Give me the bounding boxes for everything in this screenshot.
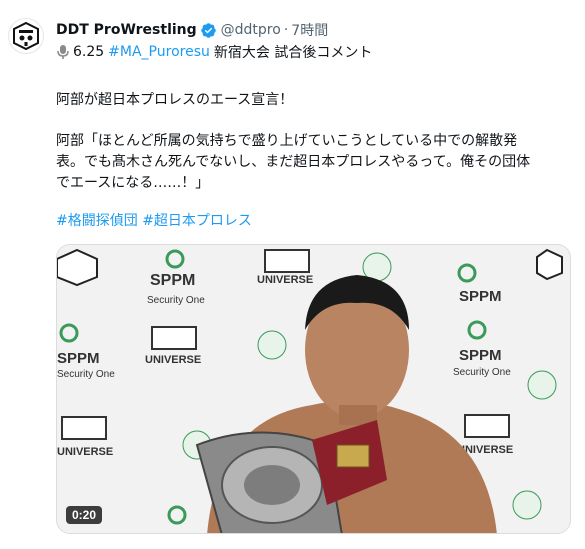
backdrop-text: Security One (147, 295, 205, 306)
tweet-text-line: 阿部が超日本プロレスのエース宣言！ (56, 92, 294, 108)
tweet-subline: 6.25 #MA_Puroresu 新宿大会 試合後コメント (56, 41, 372, 63)
ddt-logo-icon (13, 21, 39, 51)
tweet-text-line: 表。でも髙木さん死んでないし、まだ超日本プロレスやるって。俺その団体 (56, 154, 531, 170)
hashtag-link[interactable]: #格闘探偵団 (56, 213, 138, 229)
tweet-text-line: でエースになる……！」 (56, 175, 210, 191)
backdrop-text: SPPM (459, 288, 502, 305)
backdrop-text: SPPM (150, 272, 195, 289)
subline-hashtag[interactable]: #MA_Puroresu (108, 44, 210, 60)
backdrop-text: UNIVERSE (145, 354, 201, 366)
subline-date: 6.25 (73, 44, 105, 60)
subline-text: 新宿大会 試合後コメント (213, 45, 373, 61)
video-player[interactable]: SPPM Security One UNIVERSE SPPM SPPM Sec… (56, 244, 571, 534)
backdrop-text: UNIVERSE (257, 274, 313, 286)
video-duration: 0:20 (66, 506, 103, 524)
separator-dot: · (283, 22, 289, 38)
handle[interactable]: @ddtpro (221, 22, 281, 38)
tweet-header: DDT ProWrestling @ddtpro · 7時間 (56, 19, 328, 41)
verified-badge-icon (200, 22, 216, 38)
hashtag-link[interactable]: #超日本プロレス (142, 213, 252, 229)
timestamp[interactable]: 7時間 (291, 20, 328, 40)
backdrop-text: Security One (57, 369, 115, 380)
microphone-icon (57, 45, 69, 59)
hashtag-row: #格闘探偵団 #超日本プロレス (56, 211, 252, 232)
tweet-card[interactable]: DDT ProWrestling @ddtpro · 7時間 6.25 #MA_… (0, 0, 585, 549)
backdrop-text: UNIVERSE (57, 446, 113, 458)
avatar[interactable] (8, 18, 44, 54)
display-name[interactable]: DDT ProWrestling (56, 22, 197, 38)
backdrop-text: Security One (453, 367, 511, 378)
video-frame: SPPM Security One UNIVERSE SPPM SPPM Sec… (57, 245, 570, 533)
backdrop-text: SPPM (57, 350, 100, 367)
backdrop-text: SPPM (459, 347, 502, 364)
tweet-text-line: 阿部「ほとんど所属の気持ちで盛り上げていこうとしている中での解散発 (56, 133, 518, 149)
